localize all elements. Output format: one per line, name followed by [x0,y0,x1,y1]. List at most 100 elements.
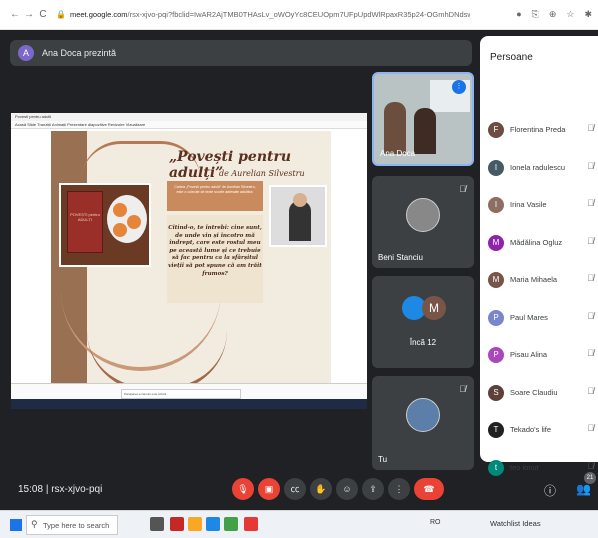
tile-name: Tu [378,455,388,464]
mic-off-icon[interactable]: 🎙̸ [587,236,594,246]
reload-icon[interactable]: C [36,9,50,20]
url-host: meet.google.com [69,10,128,19]
windows-start-icon[interactable] [10,519,22,531]
captions-button[interactable]: ㏄ [284,478,306,500]
separator: | [45,484,49,495]
person-figure [384,102,406,154]
back-icon[interactable]: ← [8,9,22,20]
people-icon[interactable]: 👥 [576,482,591,496]
participant-row[interactable]: I Ionela radulescu 🎙̸ [488,158,598,178]
browser-address-bar: ← → C 🔒 meet.google.com/rsx-xjvo-pqi?fbc… [0,0,598,30]
book-cover: POVEȘTI pentru ADULȚI [67,191,103,253]
apricot [113,223,127,237]
participant-name: Florentina Preda [510,125,566,134]
raise-hand-button[interactable]: ✋ [310,478,332,500]
emoji-button[interactable]: ☺ [336,478,358,500]
participant-row[interactable]: T Tekado's life 🎙̸ [488,420,598,440]
camera-toggle-button[interactable]: ▣ [258,478,280,500]
participant-name: Ionela radulescu [510,162,566,172]
taskbar-app-icon[interactable] [224,517,238,531]
participant-name: Tekado's life [510,425,552,434]
tray-app-label[interactable]: Watchlist Ideas [490,519,541,528]
meeting-details-icon[interactable]: ⓘ [544,482,556,499]
participant-tile-beni-stanciu[interactable]: 🎙̸ Beni Stanciu [372,176,474,268]
participant-name: Soare Claudiu [510,387,558,397]
participant-row[interactable]: M Maria Mihaela 🎙̸ [488,270,598,290]
mic-off-icon[interactable]: 🎙̸ [587,161,594,171]
presenting-bar: A Ana Doca prezintă [10,40,472,66]
participant-row[interactable]: P Paul Mares 🎙̸ [488,308,598,328]
tile-name: Ana Doca [380,149,416,158]
participant-avatar: F [488,122,504,138]
presenting-label: Ana Doca prezintă [42,48,117,58]
tile-name: Încă 12 [409,338,437,347]
book-photo: POVEȘTI pentru ADULȚI [59,183,151,267]
mic-off-icon[interactable]: 🎙̸ [587,348,594,358]
mic-off-icon[interactable]: 🎙̸ [587,273,594,283]
ppt-menu-bar: Acasă Slide Tranziții Animații Prezentar… [11,121,367,129]
participant-name: Maria Mihaela [510,275,558,284]
meeting-info: 15:08 | rsx-xjvo-pqi [18,484,102,495]
present-button[interactable]: ⇪ [362,478,384,500]
mic-off-icon[interactable]: 🎙̸ [587,311,594,321]
apricot [113,203,127,217]
mic-off-icon[interactable]: 🎙̸ [587,198,594,208]
participant-row[interactable]: I Irina Vasile 🎙̸ [488,195,598,215]
forward-icon[interactable]: → [22,9,36,20]
more-options-button[interactable]: ⋮ [388,478,410,500]
taskbar-app-icon[interactable] [188,517,202,531]
slide-quote: Citind-o, te întrebi: cine sunt, de unde… [167,215,263,303]
participant-avatar: T [488,422,504,438]
lock-icon[interactable]: 🔒 [56,10,66,19]
windows-taskbar: ⚲ Type here to search RO Watchlist Ideas [0,510,598,538]
slide-description: Cartea „Povești pentru adulți” de Aureli… [167,181,263,211]
participant-name: Irina Vasile [510,200,547,209]
bookmark-star-icon[interactable]: ☆ [566,9,574,20]
participant-tile-self[interactable]: 🎙̸ Tu [372,376,474,470]
taskbar-app-icon[interactable] [206,517,220,531]
record-icon[interactable]: ● [516,9,521,20]
participant-avatar: M [488,272,504,288]
participant-avatar [406,198,440,232]
presenter-avatar: A [18,45,34,61]
language-indicator[interactable]: RO [430,519,441,526]
mic-off-icon[interactable]: 🎙̸ [587,386,594,396]
mic-off-icon[interactable]: 🎙̸ [587,461,594,471]
participant-row[interactable]: S Soare Claudiu 🎙̸ [488,383,598,403]
author-head [293,193,307,207]
self-avatar [406,398,440,432]
sharing-notification[interactable]: Partajarea ecranului este activă [121,389,241,399]
taskbar-app-icon[interactable] [170,517,184,531]
end-call-button[interactable]: ☎ [414,478,444,500]
meeting-time: 15:08 [18,484,44,495]
apricot [127,215,141,229]
taskbar-search[interactable]: ⚲ Type here to search [26,515,118,535]
screen-icon[interactable]: ⎘ [532,9,539,20]
meeting-code: rsx-xjvo-pqi [51,484,103,495]
mic-toggle-button[interactable]: 🎙 [232,478,254,500]
shared-screen[interactable]: Povesti pentru adulti Acasă Slide Tranzi… [10,112,368,409]
participant-avatar: M [488,234,504,251]
participant-count-badge: 21 [584,472,596,484]
participant-tile-ana-doca[interactable]: ⋮ Ana Doca [372,72,474,166]
people-panel-title: Persoane [490,52,533,63]
participant-avatar: P [488,309,504,326]
more-participants-tile[interactable]: M Încă 12 [372,276,474,368]
participant-row[interactable]: P Pisau Alina 🎙̸ [488,345,598,365]
participant-row[interactable]: M Mădălina Ogluz 🎙̸ [488,233,598,253]
author-photo [269,185,327,247]
participant-row[interactable]: F Florentina Preda 🎙̸ [488,120,598,140]
extension-icon[interactable]: ✱ [584,9,592,20]
taskbar-app-icon[interactable] [150,517,164,531]
slide-subtitle: de Aurelian Silvestru [219,169,305,178]
author-figure [289,201,311,241]
mic-off-icon[interactable]: 🎙̸ [587,423,594,433]
mic-off-icon[interactable]: 🎙̸ [587,123,594,133]
taskbar-app-icon[interactable] [244,517,258,531]
url-field[interactable]: meet.google.com/rsx-xjvo-pqi?fbclid=IwAR… [70,10,470,19]
zoom-icon[interactable]: ⊕ [549,9,557,20]
participant-avatar: P [488,347,504,363]
tile-name: Beni Stanciu [378,253,423,262]
meeting-controls-bar: 15:08 | rsx-xjvo-pqi 🎙 ▣ ㏄ ✋ ☺ ⇪ ⋮ ☎ ⓘ 👥… [0,470,598,510]
shared-taskbar [11,399,367,409]
